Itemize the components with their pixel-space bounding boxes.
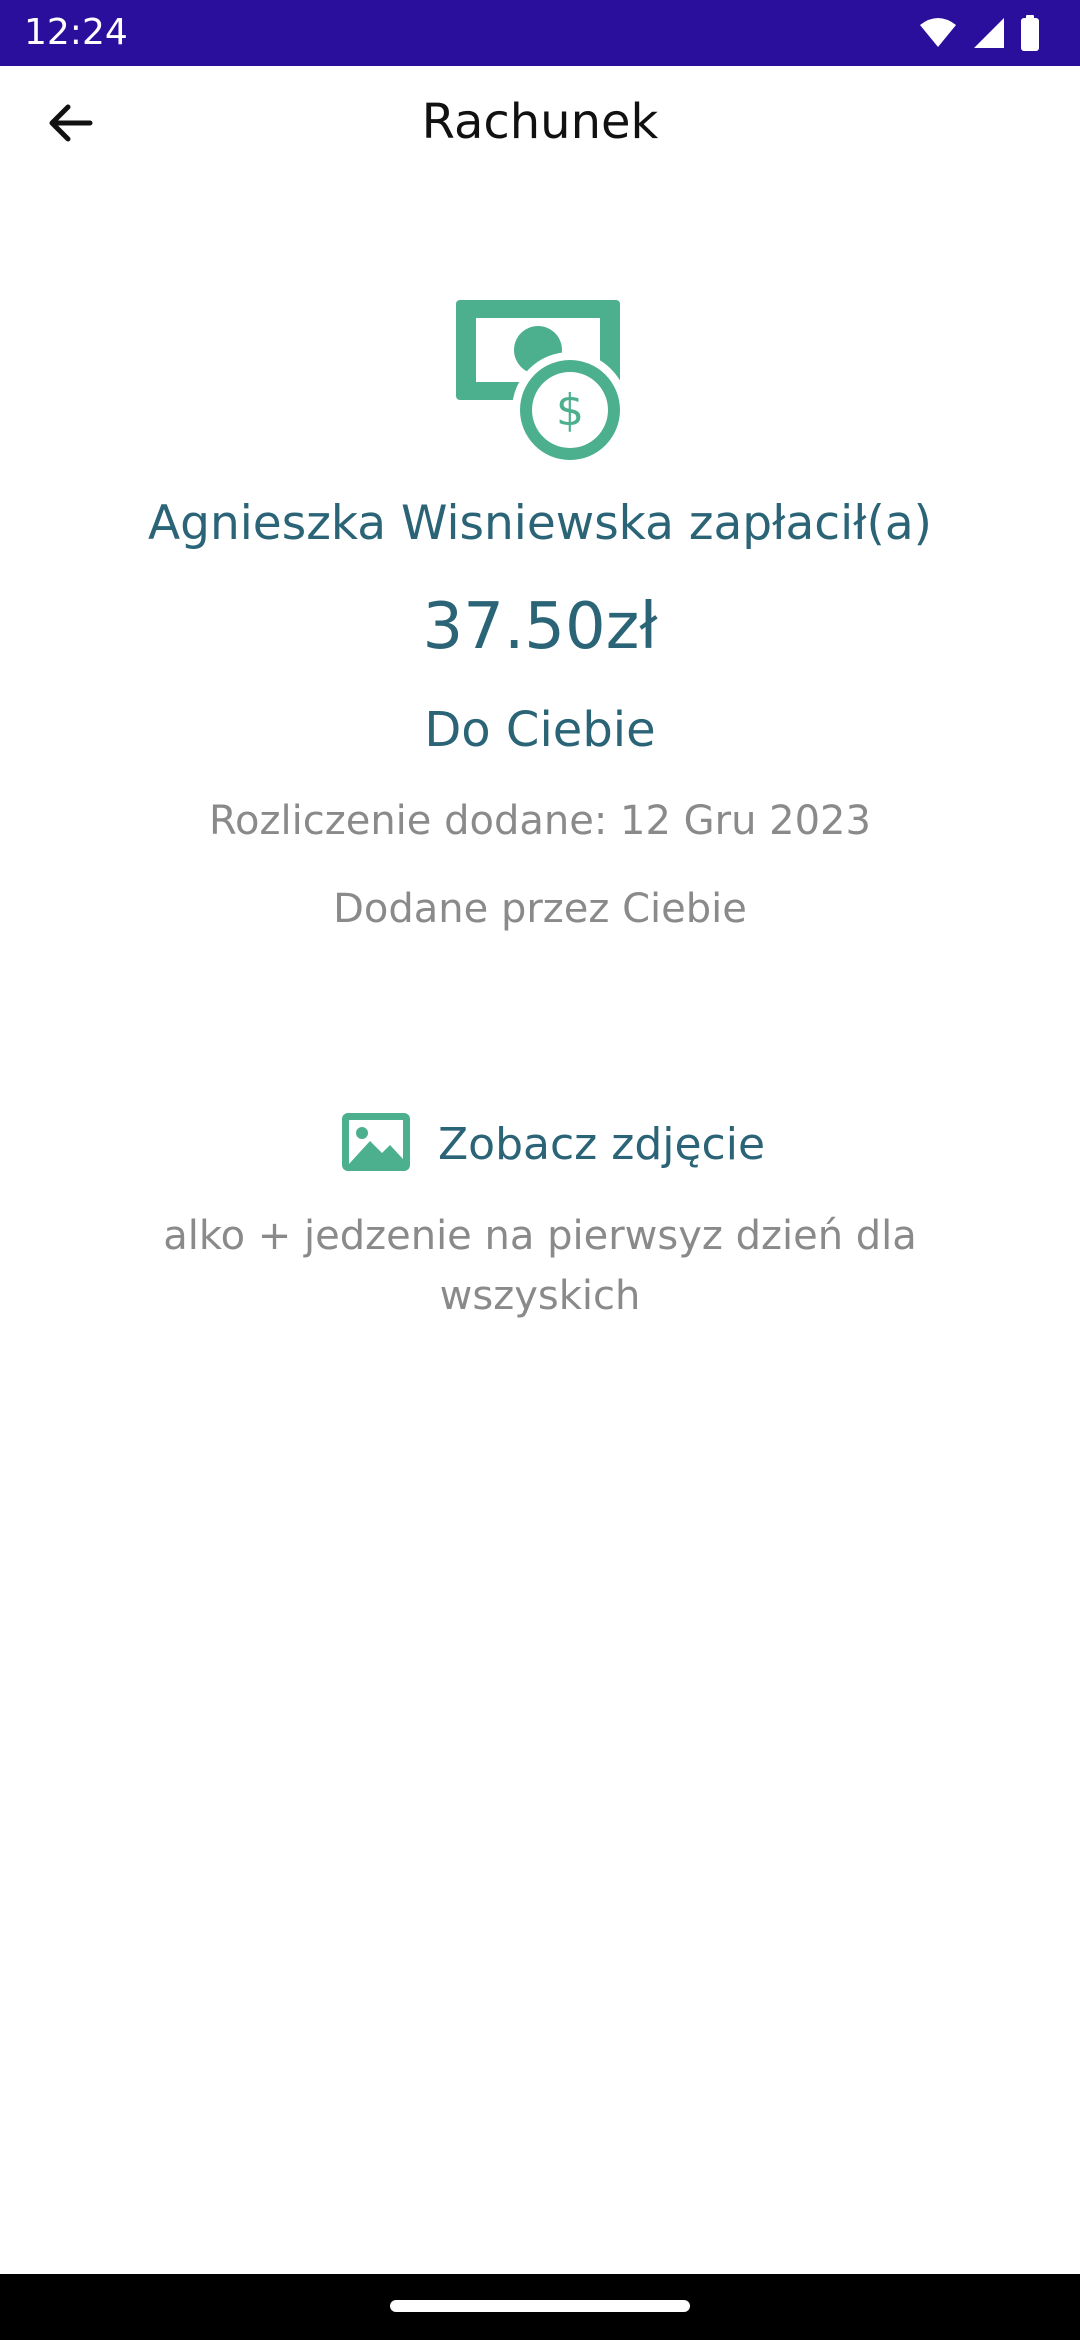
money-icon: $ — [456, 298, 628, 468]
page-title: Rachunek — [421, 94, 659, 150]
view-photo-button[interactable]: Zobacz zdjęcie — [340, 1110, 765, 1178]
status-bar: 12:24 — [0, 0, 1080, 66]
status-time: 12:24 — [24, 12, 128, 53]
home-indicator[interactable] — [390, 2300, 690, 2312]
signal-icon — [972, 16, 1006, 50]
view-photo-label: Zobacz zdjęcie — [438, 1118, 766, 1170]
battery-icon — [1020, 15, 1040, 51]
arrow-left-icon — [46, 103, 94, 147]
added-date: Rozliczenie dodane: 12 Gru 2023 — [209, 798, 871, 844]
payer-text: Agnieszka Wisniewska zapłacił(a) — [147, 496, 933, 551]
added-by: Dodane przez Ciebie — [333, 886, 747, 932]
status-icons — [918, 14, 1040, 52]
app-bar: Rachunek — [0, 66, 1080, 178]
wifi-icon — [918, 17, 958, 49]
amount: 37.50zł — [422, 590, 658, 664]
back-button[interactable] — [30, 90, 110, 160]
recipient: Do Ciebie — [424, 702, 656, 758]
note-text: alko + jedzenie na pierwsyz dzień dla ws… — [163, 1213, 917, 1319]
svg-text:$: $ — [556, 385, 584, 436]
navigation-bar — [0, 2274, 1080, 2340]
image-icon — [340, 1111, 412, 1177]
